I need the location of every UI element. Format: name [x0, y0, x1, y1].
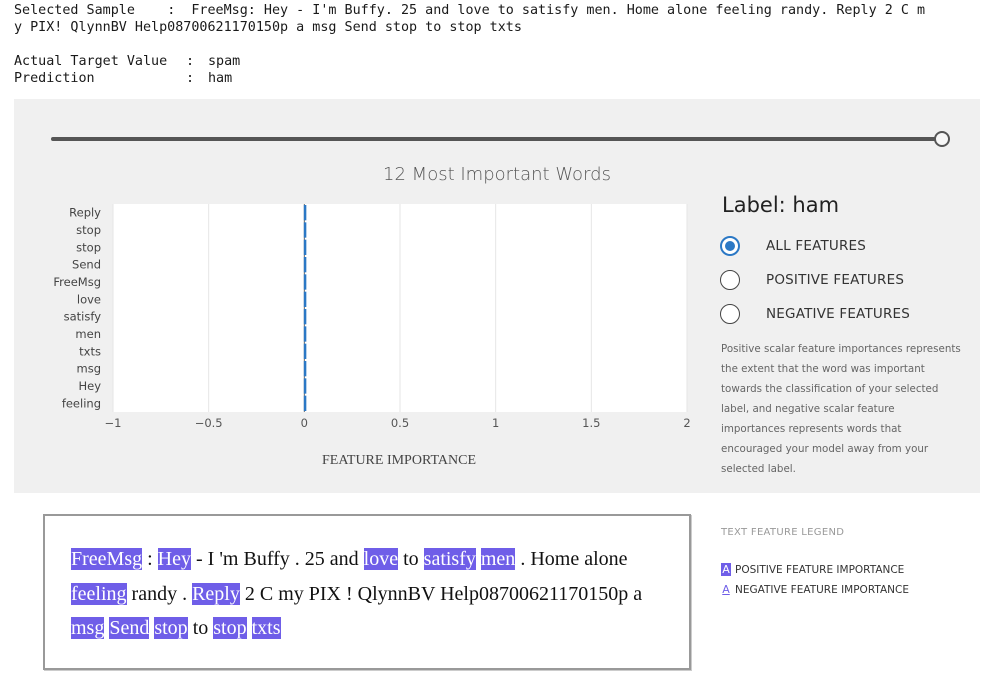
positive-token: FreeMsg [71, 548, 143, 570]
actual-target-value: spam [208, 54, 241, 69]
plain-text: to [398, 548, 424, 570]
prediction-label: Prediction [14, 71, 95, 86]
bar [303, 291, 307, 307]
x-tick-label: −1 [105, 416, 122, 430]
feature-importance-description: Positive scalar feature importances repr… [721, 343, 961, 475]
y-tick-label: Send [72, 258, 101, 272]
prediction-value: ham [208, 71, 233, 86]
positive-token: satisfy [423, 548, 476, 570]
legend-negative-label: NEGATIVE FEATURE IMPORTANCE [735, 583, 909, 596]
y-tick-label: feeling [62, 396, 101, 410]
positive-token: feeling [71, 582, 127, 605]
legend-positive: A POSITIVE FEATURE IMPORTANCE [721, 563, 904, 576]
radio-button[interactable] [720, 304, 740, 324]
y-tick-label: FreeMsg [53, 275, 101, 289]
positive-token: love [363, 548, 399, 570]
chart-x-axis-label: FEATURE IMPORTANCE [322, 453, 476, 468]
positive-token: msg [71, 617, 105, 639]
bar [303, 309, 307, 325]
legend-title: TEXT FEATURE LEGEND [721, 527, 845, 538]
plain-text: - I 'm Buffy . 25 and [191, 548, 364, 570]
selected-sample-row: Selected Sample : FreeMsg: Hey - I'm Buf… [14, 3, 926, 18]
prediction-row: Prediction: ham [14, 71, 233, 86]
feature-importance-chart: −1 −0.5 0 0.5 1 1.5 2 Reply stop stop Send FreeMsg l… [53, 204, 691, 430]
y-tick-label: love [77, 292, 101, 306]
top-k-slider-handle[interactable] [934, 131, 950, 147]
explanation-panel: 12 Most Important Words −1 −0.5 0 0.5 1 1.5 2 R… [14, 99, 980, 493]
radio-label[interactable]: POSITIVE FEATURES [766, 272, 904, 288]
y-tick-label: Hey [78, 379, 101, 393]
radio-label[interactable]: ALL FEATURES [766, 238, 866, 254]
bar [303, 378, 307, 394]
y-tick-label: men [75, 327, 101, 341]
bar [303, 361, 307, 377]
radio-button[interactable] [720, 236, 740, 256]
plain-text: 2 C my PIX ! QlynnBV Help08700621170150p… [239, 582, 643, 605]
radio-label[interactable]: NEGATIVE FEATURES [766, 306, 910, 322]
legend-negative: A NEGATIVE FEATURE IMPORTANCE [721, 583, 909, 596]
y-tick-label: msg [77, 362, 102, 376]
radio-button[interactable] [720, 270, 740, 290]
plain-text: : [142, 548, 158, 570]
bar [303, 395, 307, 411]
y-tick-label: stop [76, 223, 101, 237]
positive-token: Reply [192, 582, 240, 605]
bar [303, 343, 307, 359]
plain-text: . Home alone [515, 548, 628, 570]
positive-token: txts [251, 617, 281, 639]
x-tick-label: 1.5 [582, 416, 600, 430]
notebook-output: Selected Sample : FreeMsg: Hey - I'm Buf… [14, 2, 980, 87]
highlighted-text: FreeMsg : Hey - I 'm Buffy . 25 and love… [71, 542, 671, 646]
highlighted-text-view: FreeMsg : Hey - I 'm Buffy . 25 and love… [43, 514, 691, 670]
legend-positive-label: POSITIVE FEATURE IMPORTANCE [735, 563, 905, 576]
bar [303, 222, 307, 238]
positive-token: men [480, 548, 516, 570]
y-tick-label: satisfy [64, 310, 102, 324]
plain-text: to [187, 617, 214, 639]
actual-target-row: Actual Target Value: spam [14, 54, 241, 69]
bar [303, 274, 307, 290]
x-tick-label: 1 [492, 416, 499, 430]
actual-target-label: Actual Target Value [14, 54, 168, 69]
x-tick-label: 0 [301, 416, 308, 430]
bar [303, 205, 307, 221]
y-tick-label: Reply [69, 206, 101, 220]
x-tick-label: −0.5 [195, 416, 223, 430]
radio-all-features[interactable]: ALL FEATURES [720, 236, 866, 256]
positive-token: Send [109, 617, 150, 639]
plain-text [247, 617, 252, 639]
positive-token: stop [213, 617, 247, 639]
radio-positive-features[interactable]: POSITIVE FEATURES [720, 270, 904, 290]
x-tick-label: 2 [683, 416, 690, 430]
selected-sample-continuation: y PIX! QlynnBV Help08700621170150p a msg… [14, 20, 522, 35]
label-title: Label: ham [722, 193, 840, 217]
positive-swatch: A [721, 563, 731, 576]
y-tick-label: txts [79, 344, 101, 358]
radio-negative-features[interactable]: NEGATIVE FEATURES [720, 304, 910, 324]
selected-sample-text: FreeMsg: Hey - I'm Buffy. 25 and love to… [191, 3, 926, 18]
negative-swatch: A [722, 583, 730, 596]
positive-token: Hey [157, 548, 191, 570]
positive-token: stop [154, 617, 188, 639]
bar [303, 257, 307, 273]
plain-text: randy . [126, 582, 193, 605]
bar [303, 326, 307, 342]
x-tick-label: 0.5 [391, 416, 409, 430]
y-tick-label: stop [76, 240, 101, 254]
bar [303, 239, 307, 255]
